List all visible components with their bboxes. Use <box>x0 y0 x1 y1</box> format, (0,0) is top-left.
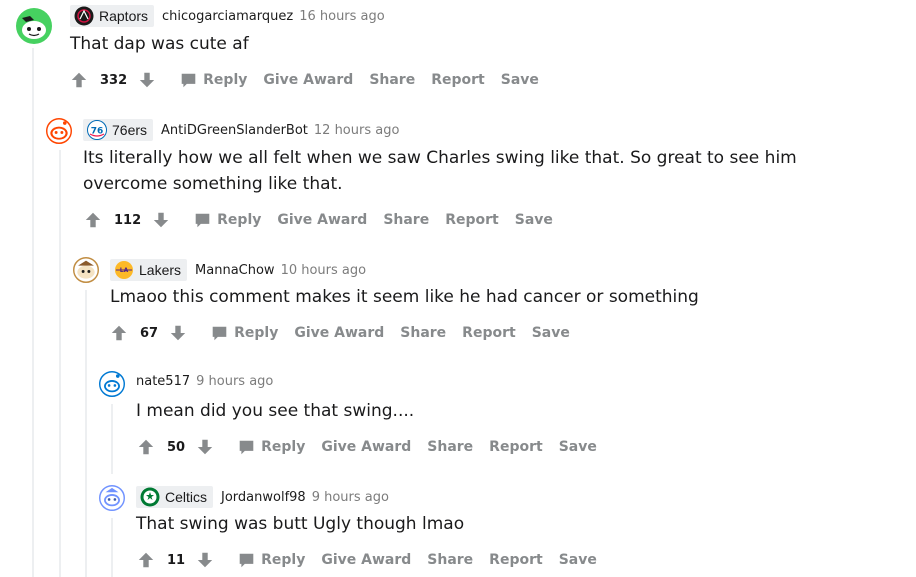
give-award-button[interactable]: Give Award <box>263 72 353 88</box>
comment-bubble-icon <box>238 439 255 456</box>
user-flair[interactable]: 76 76ers <box>83 119 154 141</box>
give-award-button[interactable]: Give Award <box>321 439 411 455</box>
avatar[interactable] <box>99 485 125 511</box>
save-button[interactable]: Save <box>532 325 570 341</box>
timestamp-link[interactable]: 10 hours ago <box>281 263 367 278</box>
reply-button[interactable]: Reply <box>238 439 305 456</box>
share-button[interactable]: Share <box>383 212 429 228</box>
reply-button[interactable]: Reply <box>238 552 305 569</box>
reply-button[interactable]: Reply <box>180 72 247 89</box>
downvote-icon[interactable] <box>196 551 214 569</box>
avatar[interactable] <box>16 8 52 44</box>
avatar[interactable] <box>99 371 125 397</box>
reply-button[interactable]: Reply <box>194 212 261 229</box>
user-flair[interactable]: Raptors <box>70 5 155 27</box>
snoo-avatar-icon <box>99 485 125 511</box>
username-link[interactable]: MannaChow <box>195 263 275 278</box>
raptors-logo-icon <box>74 6 94 26</box>
thread-line-level-4b[interactable] <box>111 518 113 577</box>
comment-text: Lmaoo this comment makes it seem like he… <box>110 287 699 307</box>
timestamp-link[interactable]: 16 hours ago <box>299 9 385 24</box>
vote-score: 112 <box>114 212 142 228</box>
svg-text:LA: LA <box>120 267 129 274</box>
reply-label: Reply <box>217 212 262 228</box>
timestamp-link[interactable]: 9 hours ago <box>196 374 273 389</box>
snoo-avatar-icon <box>73 257 99 283</box>
comment-bubble-icon <box>194 212 211 229</box>
comment-bubble-icon <box>238 552 255 569</box>
username-link[interactable]: nate517 <box>136 374 190 389</box>
timestamp-link[interactable]: 12 hours ago <box>314 123 400 138</box>
save-button[interactable]: Save <box>559 439 597 455</box>
give-award-button[interactable]: Give Award <box>321 552 411 568</box>
reply-label: Reply <box>234 325 279 341</box>
username-link[interactable]: Jordanwolf98 <box>221 490 306 505</box>
upvote-icon[interactable] <box>110 324 128 342</box>
snoo-avatar-icon <box>16 8 52 44</box>
report-button[interactable]: Report <box>462 325 516 341</box>
give-award-button[interactable]: Give Award <box>294 325 384 341</box>
user-flair[interactable]: LA Lakers <box>110 259 188 281</box>
report-button[interactable]: Report <box>445 212 499 228</box>
upvote-icon[interactable] <box>84 211 102 229</box>
share-button[interactable]: Share <box>400 325 446 341</box>
flair-label: Raptors <box>99 8 149 24</box>
avatar[interactable] <box>46 118 72 144</box>
user-flair[interactable]: Celtics <box>136 486 214 508</box>
avatar[interactable] <box>73 257 99 283</box>
comment-text: That swing was butt Ugly though lmao <box>136 514 465 534</box>
report-button[interactable]: Report <box>489 439 543 455</box>
flair-label: Lakers <box>139 262 182 278</box>
report-button[interactable]: Report <box>489 552 543 568</box>
comment-text: That dap was cute af <box>70 34 249 54</box>
report-button[interactable]: Report <box>431 72 485 88</box>
76ers-logo-icon: 76 <box>87 120 107 140</box>
downvote-icon[interactable] <box>138 71 156 89</box>
reply-label: Reply <box>261 552 306 568</box>
upvote-icon[interactable] <box>137 438 155 456</box>
save-button[interactable]: Save <box>559 552 597 568</box>
downvote-icon[interactable] <box>169 324 187 342</box>
thread-line-level-4[interactable] <box>111 404 113 474</box>
downvote-icon[interactable] <box>152 211 170 229</box>
flair-label: Celtics <box>165 489 208 505</box>
comment-text: I mean did you see that swing.... <box>136 401 415 421</box>
thread-line-level-2[interactable] <box>59 150 61 577</box>
upvote-icon[interactable] <box>137 551 155 569</box>
share-button[interactable]: Share <box>427 439 473 455</box>
vote-score: 50 <box>167 439 186 455</box>
celtics-logo-icon <box>140 487 160 507</box>
flair-label: 76ers <box>112 122 148 138</box>
share-button[interactable]: Share <box>369 72 415 88</box>
vote-score: 332 <box>100 72 128 88</box>
upvote-icon[interactable] <box>70 71 88 89</box>
vote-score: 11 <box>167 552 186 568</box>
comment-bubble-icon <box>211 325 228 342</box>
comment-text: Its literally how we all felt when we sa… <box>83 148 797 194</box>
timestamp-link[interactable]: 9 hours ago <box>312 490 389 505</box>
snoo-avatar-icon <box>46 118 72 144</box>
reply-label: Reply <box>203 72 248 88</box>
save-button[interactable]: Save <box>515 212 553 228</box>
snoo-avatar-icon <box>99 371 125 397</box>
thread-line-level-1[interactable] <box>32 48 34 577</box>
lakers-logo-icon: LA <box>114 260 134 280</box>
vote-score: 67 <box>140 325 159 341</box>
give-award-button[interactable]: Give Award <box>277 212 367 228</box>
save-button[interactable]: Save <box>501 72 539 88</box>
share-button[interactable]: Share <box>427 552 473 568</box>
downvote-icon[interactable] <box>196 438 214 456</box>
username-link[interactable]: chicogarciamarquez <box>162 9 293 24</box>
comment-bubble-icon <box>180 72 197 89</box>
username-link[interactable]: AntiDGreenSlanderBot <box>161 123 308 138</box>
reply-button[interactable]: Reply <box>211 325 278 342</box>
reply-label: Reply <box>261 439 306 455</box>
thread-line-level-3[interactable] <box>85 290 87 577</box>
